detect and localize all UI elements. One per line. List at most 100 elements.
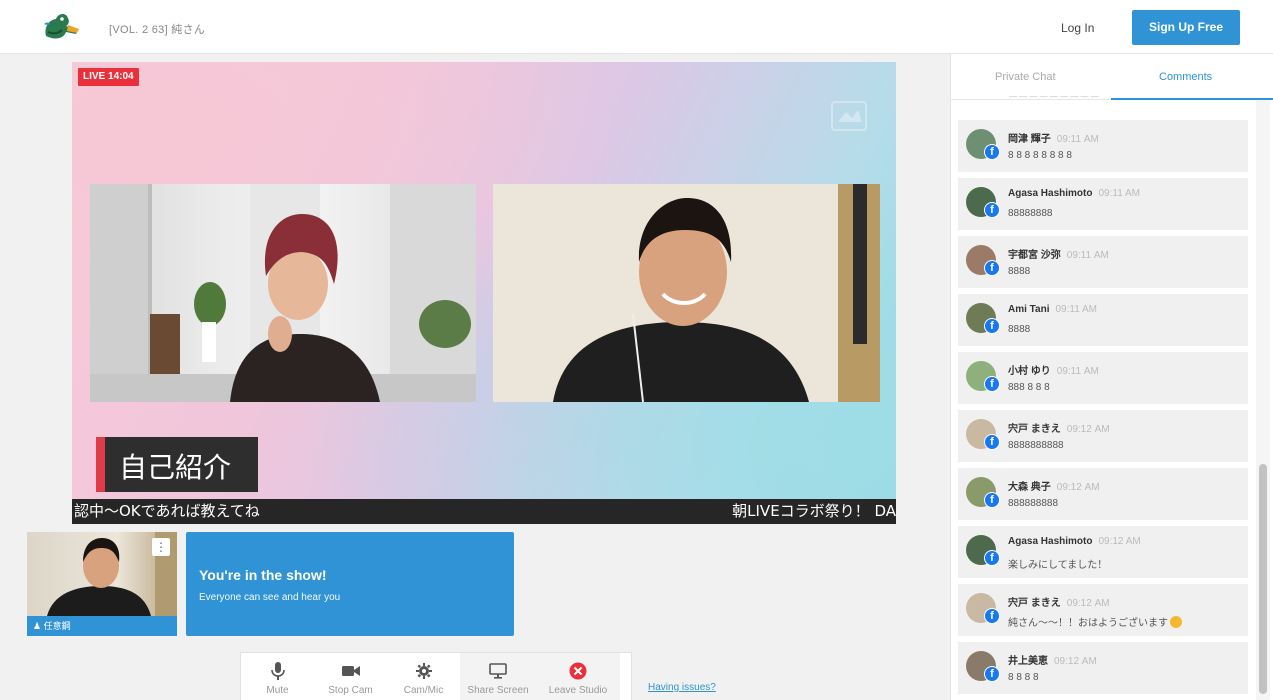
comment-time: 09:11 AM	[1056, 366, 1099, 377]
cam-mic-label: Cam/Mic	[403, 685, 444, 696]
comment-time: 09:11 AM	[1055, 304, 1097, 315]
news-ticker: 認中〜OKであれば教えてね 朝LIVEコラボ祭り！ DA	[72, 499, 896, 524]
comment-list: f 岡津 輝子 09:11 AM 8 8 8 8 8 8 8 8 f Agasa Hash…	[958, 120, 1248, 700]
comment-author-name: 大森 典子	[1008, 482, 1051, 493]
in-show-heading: You're in the show!	[199, 567, 327, 583]
facebook-icon: f	[984, 666, 1000, 682]
comment-text-body: 8 8 8 8	[1008, 672, 1039, 683]
top-bar: [VOL. 2 63] 純さん Log In Sign Up Free	[0, 0, 1273, 54]
comment-text-body: 8888	[1008, 266, 1031, 277]
microphone-icon	[270, 661, 285, 681]
comment-author-name: 宍戸 まきえ	[1008, 598, 1061, 609]
watermark-logo-icon	[831, 101, 867, 131]
comment-item: f Ami Tani 09:11 AM 8888	[958, 294, 1248, 346]
comment-author-name: 小村 ゆり	[1008, 366, 1051, 377]
comment-author-name: 井上美恵	[1008, 656, 1048, 667]
comment-author: Agasa Hashimoto 09:12 AM	[1008, 536, 1141, 547]
comment-author: 宇都宮 沙弥 09:11 AM	[1008, 246, 1109, 261]
comment-text: 888888888	[1008, 498, 1058, 509]
comment-time: 09:12 AM	[1066, 424, 1110, 435]
lower-third-text: 自己紹介	[119, 451, 232, 484]
comment-author: 宍戸 まきえ 09:12 AM	[1008, 594, 1110, 609]
tab-comments[interactable]: Comments	[1159, 71, 1212, 83]
guest-video-feed-2	[493, 184, 880, 402]
scrollbar-thumb[interactable]	[1259, 464, 1267, 694]
self-view-tile[interactable]: ⋮ ♟ 任意鋼	[27, 532, 177, 636]
guest-2-video-icon	[493, 184, 880, 402]
broadcast-stage: LIVE 14:04 自己紹介 認中〜OKであれば教えてね 朝LIVEコラボ祭り…	[72, 62, 896, 524]
signup-button[interactable]: Sign Up Free	[1132, 10, 1240, 45]
leave-studio-button[interactable]: Leave Studio	[536, 653, 620, 700]
comment-scrollbar[interactable]	[1256, 100, 1270, 700]
comment-time: 09:12 AM	[1066, 598, 1110, 609]
comment-text: 純さん〜〜！！おはようございます	[1008, 614, 1182, 629]
comment-time: 09:11 AM	[1056, 134, 1099, 145]
comment-text: 8888888888	[1008, 440, 1064, 451]
smile-emoji-icon	[1170, 616, 1182, 628]
studio-toolbar: Mute Stop Cam Cam/Mic Share Screen Leave…	[240, 652, 632, 700]
partial-comment-fragment: — — — — — — — — —	[1009, 92, 1099, 101]
comment-author-name: Agasa Hashimoto	[1008, 536, 1093, 547]
comment-author-name: 宍戸 まきえ	[1008, 424, 1061, 435]
comment-item: f 井上美恵 09:12 AM 8 8 8 8	[958, 642, 1248, 694]
duck-logo-icon[interactable]	[40, 10, 80, 42]
page-title: [VOL. 2 63] 純さん	[109, 24, 206, 36]
camera-icon	[341, 661, 360, 681]
tab-private-chat[interactable]: Private Chat	[995, 71, 1056, 83]
comment-author: Ami Tani 09:11 AM	[1008, 304, 1097, 315]
facebook-icon: f	[984, 608, 1000, 624]
comment-author-name: 岡津 輝子	[1008, 134, 1051, 145]
comment-text-body: 8888	[1008, 324, 1031, 335]
facebook-icon: f	[984, 202, 1000, 218]
comment-time: 09:12 AM	[1056, 482, 1100, 493]
comment-text-body: 純さん〜〜！！おはようございます	[1008, 618, 1168, 629]
stop-cam-label: Stop Cam	[328, 685, 373, 696]
facebook-icon: f	[984, 434, 1000, 450]
comment-author-name: 宇都宮 沙弥	[1008, 250, 1061, 261]
comment-author: 宍戸 まきえ 09:12 AM	[1008, 420, 1110, 435]
guest-1-video-icon	[90, 184, 476, 402]
comment-item: f 宇都宮 沙弥 09:11 AM 8888	[958, 236, 1248, 288]
comment-text-body: 8888888888	[1008, 440, 1064, 451]
self-view-name: ♟ 任意鋼	[27, 616, 177, 636]
comment-item: f 大森 典子 09:12 AM 888888888	[958, 468, 1248, 520]
comment-text: 8 8 8 8	[1008, 672, 1039, 683]
stop-cam-button[interactable]: Stop Cam	[314, 653, 387, 700]
facebook-icon: f	[984, 260, 1000, 276]
comment-item: f 宍戸 まきえ 09:12 AM 純さん〜〜！！おはようございます	[958, 584, 1248, 636]
facebook-icon: f	[984, 492, 1000, 508]
user-icon: ♟	[33, 621, 44, 631]
mute-label: Mute	[266, 685, 289, 696]
leave-x-icon	[569, 661, 587, 681]
having-issues-link[interactable]: Having issues?	[648, 682, 716, 693]
comment-item: f 小村 ゆり 09:11 AM 888 8 8 8	[958, 352, 1248, 404]
mute-button[interactable]: Mute	[241, 653, 314, 700]
lower-third-banner: 自己紹介	[96, 437, 258, 492]
comment-text-body: 楽しみにしてました！	[1008, 560, 1108, 571]
self-view-name-text: 任意鋼	[43, 621, 71, 631]
comment-text: 8 8 8 8 8 8 8 8	[1008, 150, 1072, 161]
login-link[interactable]: Log In	[1061, 21, 1094, 35]
comment-item: f 宍戸 まきえ 09:12 AM 8888888888	[958, 410, 1248, 462]
comment-author: 岡津 輝子 09:11 AM	[1008, 130, 1099, 145]
comment-time: 09:11 AM	[1098, 188, 1140, 199]
comment-time: 09:11 AM	[1066, 250, 1109, 261]
comment-time: 09:12 AM	[1054, 656, 1097, 667]
cam-mic-settings-button[interactable]: Cam/Mic	[387, 653, 460, 700]
chat-sidebar: Private Chat Comments — — — — — — — — — …	[950, 54, 1273, 700]
comment-item: f Agasa Hashimoto 09:11 AM 88888888	[958, 178, 1248, 230]
comment-text: 楽しみにしてました！	[1008, 556, 1107, 571]
comment-text: 888 8 8 8	[1008, 382, 1050, 393]
share-screen-button[interactable]: Share Screen	[460, 653, 536, 700]
comment-item: f 岡津 輝子 09:11 AM 8 8 8 8 8 8 8 8	[958, 120, 1248, 172]
gear-icon	[415, 661, 432, 681]
comment-time: 09:12 AM	[1098, 536, 1141, 547]
facebook-icon: f	[984, 318, 1000, 334]
facebook-icon: f	[984, 376, 1000, 392]
comment-author-name: Agasa Hashimoto	[1008, 188, 1093, 199]
self-view-menu-button[interactable]: ⋮	[152, 538, 170, 556]
monitor-icon	[489, 661, 507, 681]
comment-text-body: 888888888	[1008, 498, 1059, 509]
comment-text: 8888	[1008, 266, 1030, 277]
comment-author-name: Ami Tani	[1008, 304, 1050, 315]
